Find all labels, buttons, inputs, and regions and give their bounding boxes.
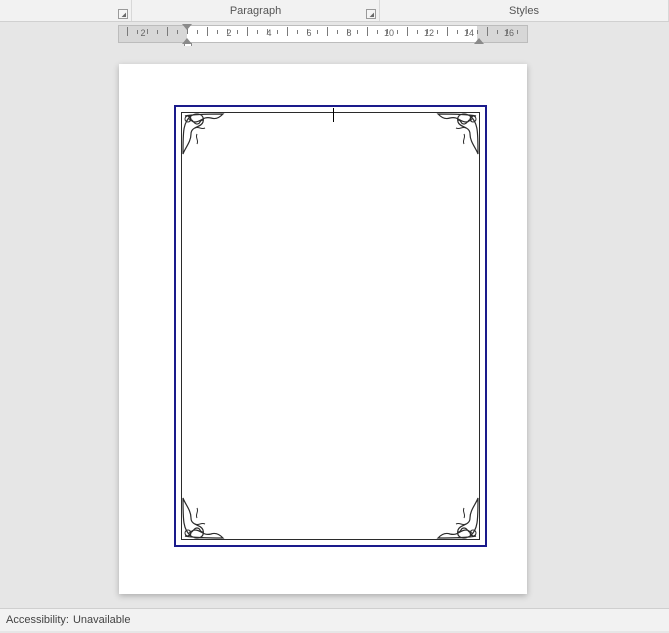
dialog-launcher-icon[interactable] <box>366 9 376 19</box>
right-indent-marker[interactable] <box>474 38 484 44</box>
status-accessibility-value[interactable]: Unavailable <box>73 614 130 626</box>
ribbon-group-styles-label: Styles <box>509 5 539 17</box>
ruler-tick <box>327 27 328 36</box>
ruler-tick <box>487 27 488 36</box>
ruler-tick <box>147 29 148 34</box>
status-accessibility-label: Accessibility: <box>6 614 69 626</box>
ruler-tick <box>417 30 418 34</box>
ruler-tick <box>137 30 138 34</box>
ruler-left-margin <box>119 26 187 42</box>
page-border-inner <box>181 112 480 540</box>
ruler-tick <box>247 27 248 36</box>
text-cursor <box>333 108 334 122</box>
ribbon-group-labels: Paragraph Styles <box>0 0 669 22</box>
ruler-tick <box>367 27 368 36</box>
ruler-tick <box>317 30 318 34</box>
ruler-label: 2 <box>226 28 231 38</box>
ribbon-group-styles: Styles <box>380 0 669 21</box>
ornament-corner-bottom-left <box>181 496 225 540</box>
ruler-tick <box>517 30 518 34</box>
ruler-tick <box>457 30 458 34</box>
ruler-tick <box>297 30 298 34</box>
ruler-tick <box>277 30 278 34</box>
ribbon-group-paragraph-spacer <box>0 0 132 21</box>
ruler-tick <box>337 30 338 34</box>
ruler-label: 10 <box>384 28 394 38</box>
document-workspace[interactable] <box>0 46 669 608</box>
ruler-label: 8 <box>346 28 351 38</box>
ruler-tick <box>157 30 158 34</box>
ornament-corner-top-right <box>436 112 480 156</box>
ruler-tick <box>177 30 178 34</box>
ruler-tick <box>407 27 408 36</box>
ruler-tick <box>357 30 358 34</box>
horizontal-ruler[interactable]: 2 2 4 6 8 10 12 14 16 <box>118 25 528 43</box>
ruler-label: 14 <box>464 28 474 38</box>
ruler-tick <box>197 30 198 34</box>
ruler-tick <box>397 30 398 34</box>
ornament-corner-top-left <box>181 112 225 156</box>
ribbon-group-paragraph: Paragraph <box>132 0 380 21</box>
ruler-label: 12 <box>424 28 434 38</box>
ruler-tick <box>437 30 438 34</box>
ruler-tick <box>497 30 498 34</box>
ruler-tick <box>377 30 378 34</box>
ribbon-group-paragraph-label: Paragraph <box>230 5 281 17</box>
ruler-label: 4 <box>266 28 271 38</box>
ruler-tick <box>217 30 218 34</box>
ruler-tick <box>127 27 128 36</box>
ornament-corner-bottom-right <box>436 496 480 540</box>
document-page[interactable] <box>119 64 527 594</box>
ruler-area: 2 2 4 6 8 10 12 14 16 <box>0 22 669 46</box>
ruler-tick <box>447 27 448 36</box>
ruler-tick <box>477 30 478 34</box>
ruler-tick <box>207 27 208 36</box>
ruler-tick <box>167 27 168 36</box>
ruler-right-margin <box>477 26 527 42</box>
ruler-label: 16 <box>504 28 514 38</box>
ruler-label: 6 <box>306 28 311 38</box>
ruler-tick <box>287 27 288 36</box>
ruler-tick <box>257 30 258 34</box>
dialog-launcher-icon[interactable] <box>118 9 128 19</box>
ruler-tick <box>237 30 238 34</box>
ruler-label: 2 <box>140 28 145 38</box>
ruler-tick <box>187 29 188 34</box>
hanging-indent-marker[interactable] <box>182 38 192 44</box>
status-bar: Accessibility: Unavailable <box>0 608 669 631</box>
